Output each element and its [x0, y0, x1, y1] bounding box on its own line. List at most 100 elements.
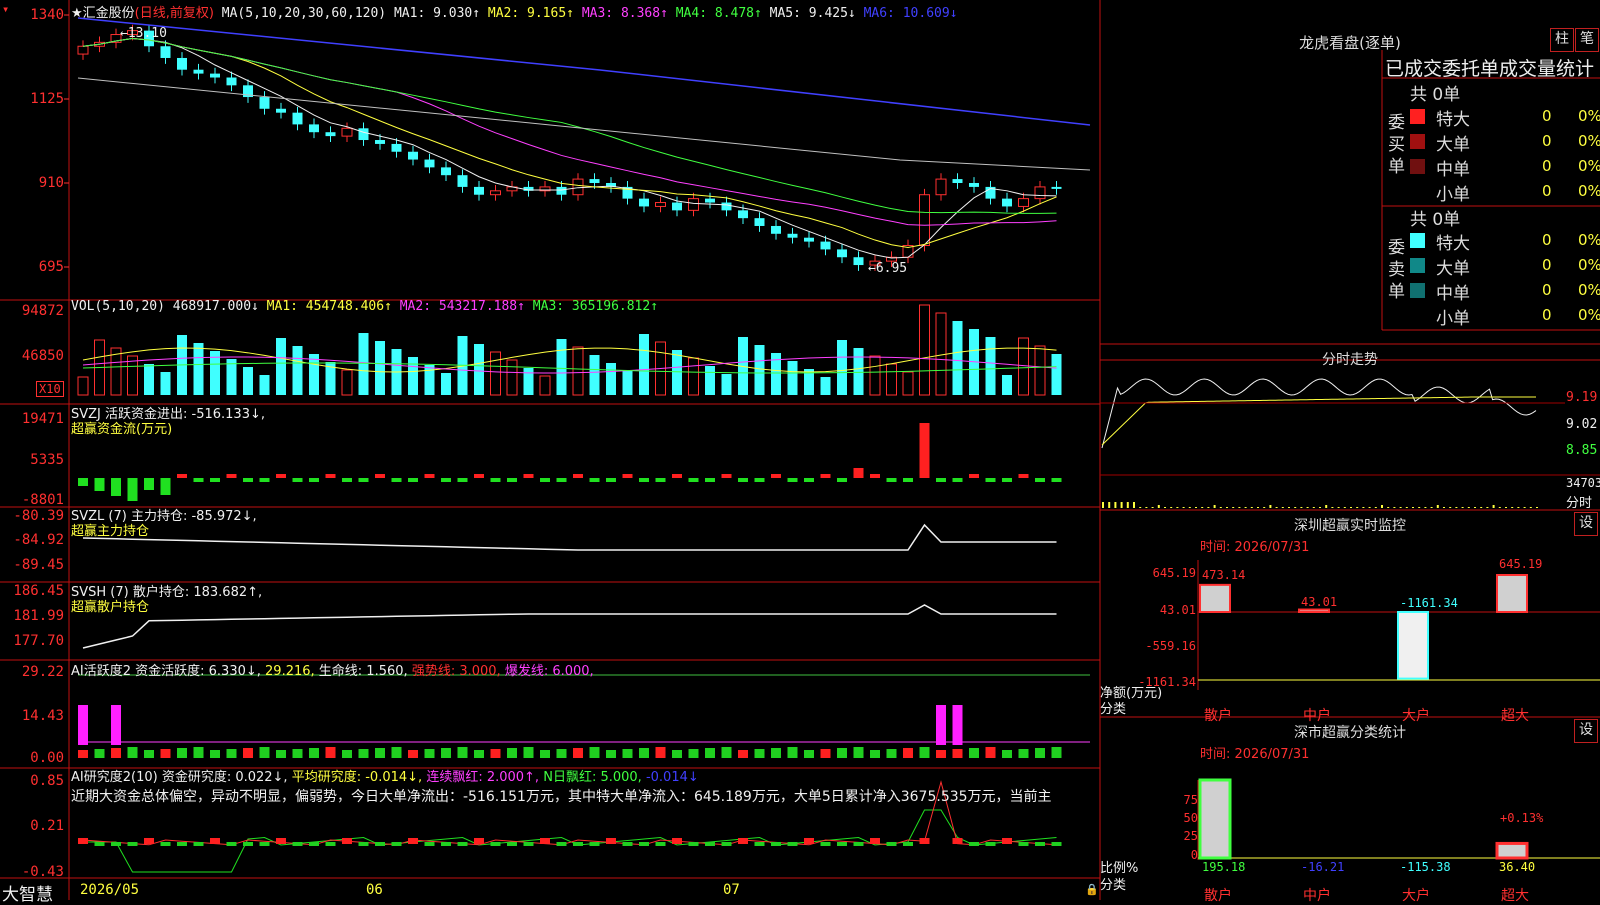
monitor-title: 深圳超赢实时监控 — [1294, 518, 1406, 534]
color-swatch-icon — [1410, 308, 1425, 323]
research-bar — [127, 842, 138, 846]
flow-bar — [936, 478, 946, 482]
intraday-vol-bar — [1350, 507, 1352, 508]
volume-bar — [1002, 375, 1012, 395]
flow-bar — [177, 474, 187, 478]
stock-name[interactable]: ★汇金股份 — [71, 6, 135, 21]
vol-ma-value: MA3: 365196.812↑ — [532, 299, 659, 314]
research-bar — [507, 842, 517, 846]
candle-down — [226, 77, 237, 86]
bar-view-button[interactable]: 柱 — [1550, 28, 1574, 52]
activity-bar — [177, 748, 187, 758]
order-count: 0 — [1542, 231, 1552, 249]
intraday-vol-bar — [1331, 507, 1334, 508]
svzj-subtitle: 超赢资金流(万元) — [71, 422, 173, 437]
activity-bar — [457, 747, 468, 758]
category-label: 大户 — [1402, 888, 1430, 904]
classify-pct-label: +0.13% — [1500, 811, 1544, 825]
activity-bar — [111, 748, 121, 758]
intraday-vol-bar — [1108, 502, 1111, 508]
candle-up — [572, 178, 584, 196]
price-axis-label: 1340 — [30, 7, 64, 23]
flow-bar — [639, 478, 649, 482]
research-bar — [259, 842, 270, 846]
flow-bar — [738, 478, 748, 482]
tick-view-button[interactable]: 笔 — [1575, 28, 1599, 52]
ma-value: MA1: 9.030↑ — [393, 6, 481, 21]
svsh-axis-label: 177.70 — [13, 633, 64, 649]
research-bar — [226, 842, 237, 846]
flow-bar — [210, 478, 220, 482]
ai-active-axis-label: 29.22 — [21, 664, 64, 680]
activity-bar — [853, 747, 864, 758]
flow-bar — [952, 478, 963, 482]
candle-down — [804, 237, 814, 242]
intraday-vol-bar — [1102, 502, 1104, 508]
flow-bar — [903, 478, 913, 482]
order-stat-row: 中单 0 0% — [1410, 155, 1600, 180]
candle-down — [771, 225, 781, 234]
order-count: 0 — [1542, 182, 1552, 200]
flow-bar — [919, 423, 930, 478]
volume-bar — [902, 371, 914, 396]
activity-bar — [144, 750, 154, 758]
intraday-vol-bar — [1480, 507, 1483, 508]
research-bar — [573, 842, 583, 846]
research-bar — [952, 838, 963, 844]
price-high-annotation: ←13.10 — [120, 26, 167, 41]
candle-down — [210, 73, 220, 78]
flow-bar — [721, 474, 732, 478]
intraday-vol-bar — [1312, 507, 1315, 508]
candle-down — [787, 233, 798, 238]
monitor-settings-button[interactable]: 设 — [1574, 512, 1598, 536]
flow-bar — [771, 474, 781, 478]
order-stat-row: 中单 0 0% — [1410, 279, 1600, 304]
volume-bar — [886, 363, 897, 396]
intraday-vol-bar — [1176, 507, 1179, 508]
category-label: 中户 — [1303, 888, 1331, 904]
activity-bar — [325, 747, 336, 758]
flow-bar — [573, 474, 583, 478]
activity-bar — [622, 749, 633, 758]
candle-down — [391, 143, 402, 152]
candle-down — [276, 108, 286, 113]
intraday-vol-bar — [1213, 505, 1216, 508]
volume-bar — [589, 355, 600, 395]
intraday-vol-bar — [1157, 505, 1160, 508]
candle-up — [1034, 186, 1046, 200]
research-bar — [391, 842, 402, 846]
monitor-bar — [1298, 608, 1330, 614]
activity-bar — [292, 749, 303, 758]
chart-period[interactable]: (日线,前复权) — [135, 6, 214, 21]
volume-bar — [787, 361, 798, 395]
flow-bar — [424, 474, 435, 478]
lock-icon[interactable]: 🔒 — [1085, 883, 1099, 896]
flow-bar — [408, 478, 418, 482]
flow-bar — [391, 478, 402, 482]
activity-bar — [738, 750, 748, 758]
order-count: 0 — [1542, 281, 1552, 299]
research-bar — [309, 842, 319, 846]
research-bar — [457, 842, 468, 846]
color-swatch-icon — [1410, 184, 1425, 199]
activity-bar — [688, 749, 699, 758]
intraday-vol-bar — [1381, 505, 1383, 508]
classify-title: 深市超赢分类统计 — [1294, 725, 1406, 741]
volume-bar — [375, 341, 385, 395]
candle-down — [969, 183, 979, 187]
classify-settings-button[interactable]: 设 — [1574, 719, 1598, 743]
research-bar — [358, 842, 369, 846]
candle-down — [738, 210, 748, 219]
intraday-vol-bar — [1387, 507, 1390, 508]
ai-research-summary: 近期大资金总体偏空，异动不明显，偏弱势，今日大单净流出：-516.151万元，其… — [71, 789, 1052, 805]
research-bar — [441, 842, 451, 846]
candle-down — [325, 132, 336, 137]
ai-active-axis-label: 0.00 — [30, 750, 64, 766]
research-bar — [903, 842, 913, 846]
activity-bar — [655, 747, 666, 758]
intraday-vol-bar — [1126, 502, 1129, 508]
intraday-vol-bar — [1201, 507, 1204, 508]
candle-down — [639, 198, 649, 207]
flow-bar — [754, 478, 765, 482]
bar-value-label: -115.38 — [1400, 860, 1451, 874]
